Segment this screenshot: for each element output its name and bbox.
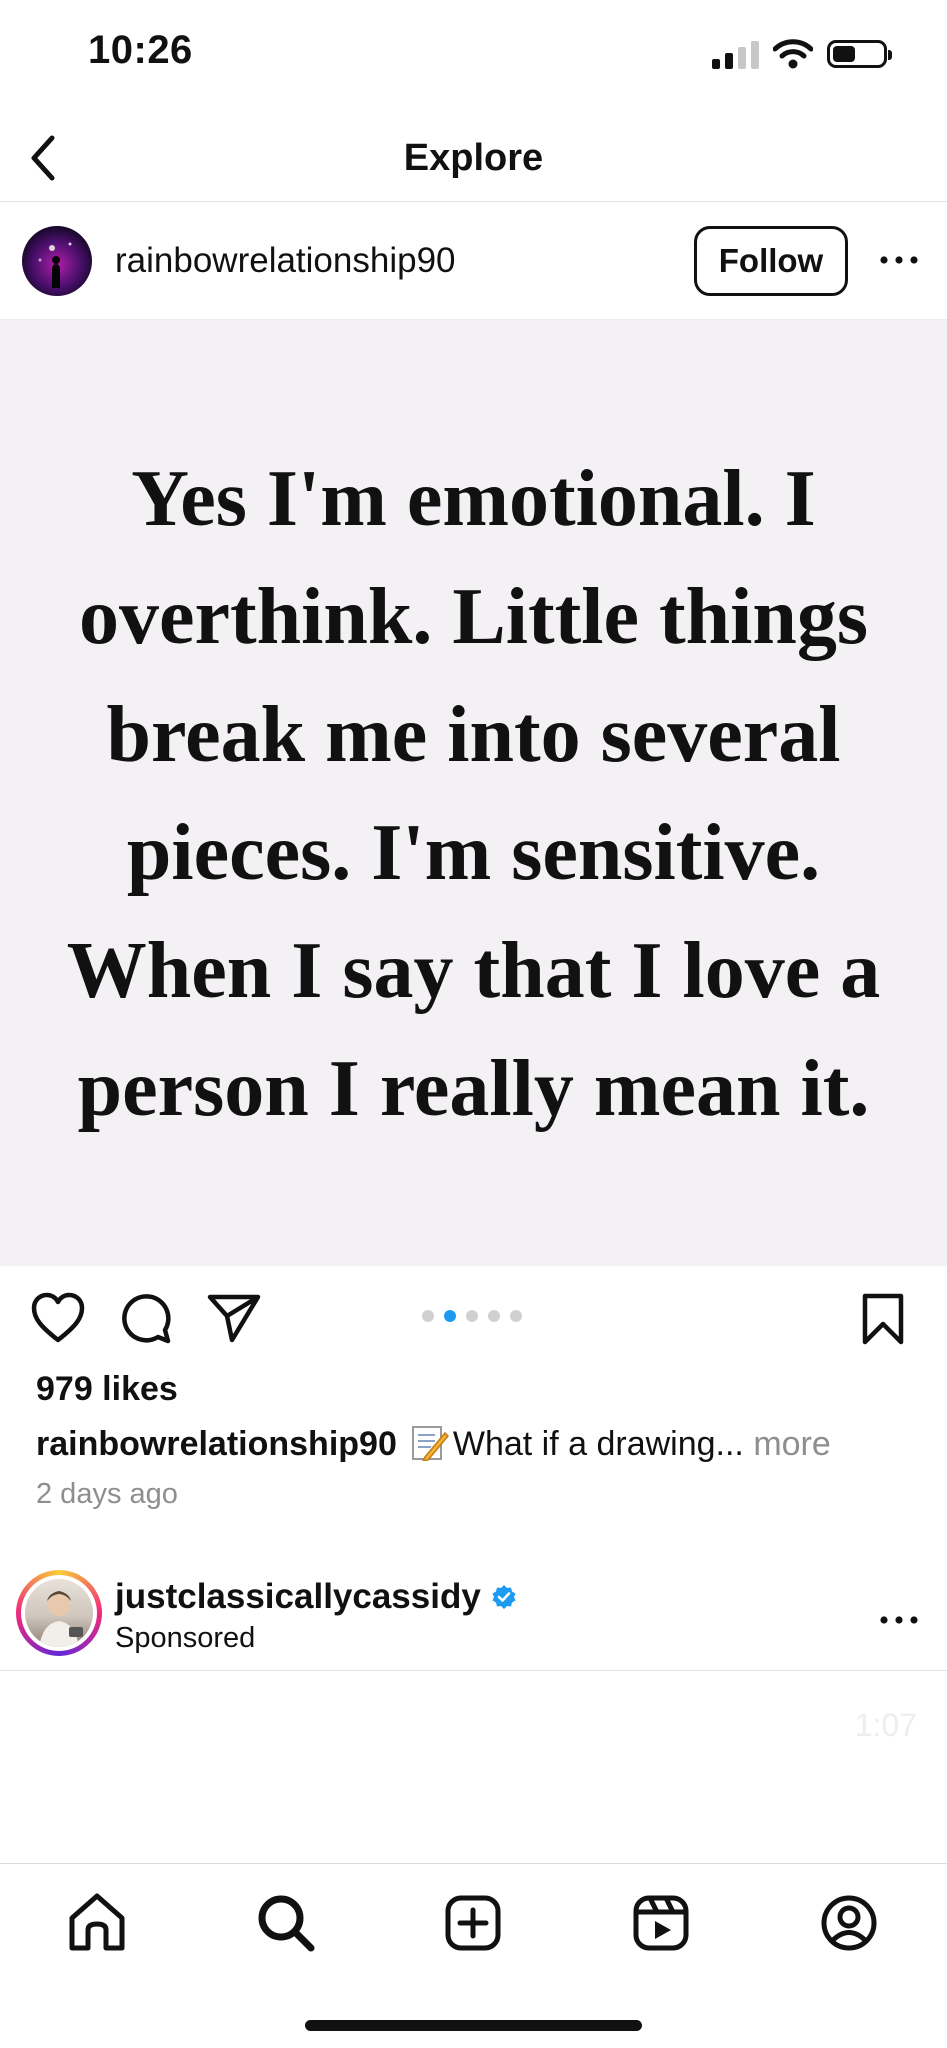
- share-icon[interactable]: [206, 1292, 262, 1344]
- post-header: rainbowrelationship90 Follow: [0, 202, 947, 320]
- bookmark-icon[interactable]: [860, 1292, 906, 1346]
- sponsored-username-row: justclassicallycassidy: [115, 1574, 517, 1620]
- avatar-person-icon: [39, 1591, 83, 1647]
- carousel-dot: [488, 1310, 500, 1322]
- bottom-tab-bar: [0, 1864, 947, 2048]
- post-timestamp: 2 days ago: [36, 1478, 178, 1510]
- status-time: 10:26: [88, 28, 193, 72]
- post-image[interactable]: Yes I'm emotional. I overthink. Little t…: [0, 320, 947, 1266]
- reels-icon[interactable]: [626, 1888, 696, 1958]
- profile-icon[interactable]: [814, 1888, 884, 1958]
- quote-line: overthink. Little things: [79, 573, 868, 661]
- avatar-silhouette-icon: [38, 242, 72, 288]
- quote-line: break me into several: [106, 691, 841, 779]
- status-icons: [712, 36, 892, 72]
- battery-icon: [827, 40, 892, 68]
- story-ring[interactable]: [16, 1570, 102, 1656]
- more-options-icon[interactable]: [876, 240, 922, 280]
- comment-icon[interactable]: [118, 1292, 172, 1346]
- carousel-indicator: [422, 1310, 522, 1322]
- carousel-dot: [510, 1310, 522, 1322]
- caption-more-link[interactable]: more: [753, 1425, 830, 1463]
- home-indicator[interactable]: [305, 2020, 642, 2031]
- cellular-signal-icon: [712, 39, 759, 69]
- caption-username[interactable]: rainbowrelationship90: [36, 1425, 397, 1463]
- sponsored-username[interactable]: justclassicallycassidy: [115, 1574, 481, 1620]
- caption-text: What if a drawing...: [452, 1425, 744, 1463]
- page-title: Explore: [403, 137, 544, 179]
- heart-icon[interactable]: [30, 1292, 86, 1344]
- carousel-dot: [422, 1310, 434, 1322]
- create-icon[interactable]: [438, 1888, 508, 1958]
- quote-text: Yes I'm emotional. I overthink. Little t…: [40, 440, 907, 1148]
- likes-count[interactable]: 979 likes: [36, 1370, 178, 1409]
- follow-button[interactable]: Follow: [694, 226, 848, 296]
- sponsored-video[interactable]: 1:07: [0, 1671, 947, 1863]
- quote-line: pieces. I'm sensitive.: [126, 809, 821, 897]
- sponsored-label: Sponsored: [115, 1622, 256, 1654]
- video-duration: 1:07: [854, 1707, 917, 1743]
- carousel-dot: [466, 1310, 478, 1322]
- search-icon[interactable]: [251, 1888, 321, 1958]
- post-caption: rainbowrelationship90 What if a drawing.…: [36, 1422, 831, 1466]
- carousel-dot-active: [444, 1310, 456, 1322]
- sponsored-post-header: justclassicallycassidy Sponsored: [0, 1560, 947, 1670]
- wifi-icon: [773, 39, 813, 69]
- more-options-icon[interactable]: [876, 1600, 922, 1640]
- post-actions: [0, 1266, 947, 1366]
- home-icon[interactable]: [62, 1888, 132, 1958]
- avatar: [21, 1575, 97, 1651]
- back-arrow-icon[interactable]: [18, 128, 78, 188]
- top-bar: Explore: [0, 110, 947, 202]
- quote-line: person I really mean it.: [77, 1045, 870, 1133]
- avatar[interactable]: [22, 226, 92, 296]
- quote-line: When I say that I love a: [66, 927, 881, 1015]
- post-username[interactable]: rainbowrelationship90: [115, 236, 456, 286]
- quote-line: Yes I'm emotional. I: [131, 455, 816, 543]
- memo-icon: [411, 1426, 449, 1461]
- verified-badge-icon: [492, 1585, 516, 1609]
